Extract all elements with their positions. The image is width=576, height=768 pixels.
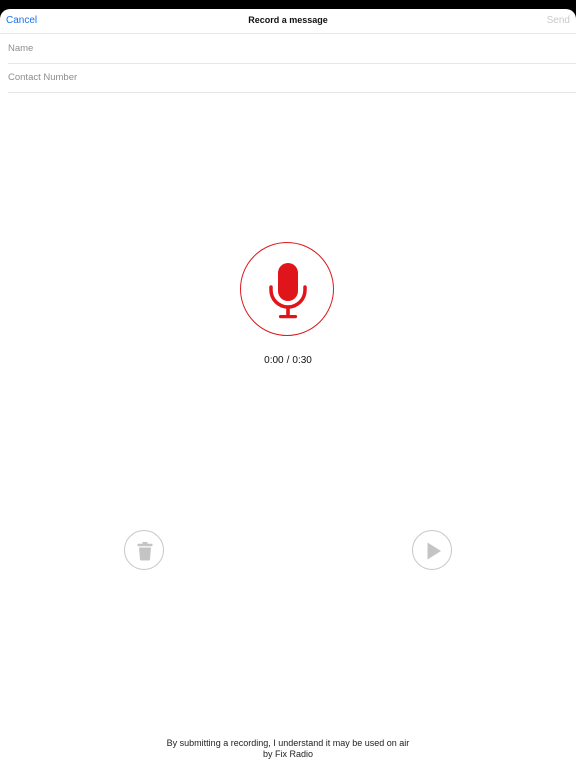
- navigation-bar: Cancel Record a message Send: [0, 9, 576, 34]
- record-message-sheet: Cancel Record a message Send 0:00/0:30: [0, 9, 576, 768]
- trash-icon: [137, 542, 153, 561]
- contact-number-input[interactable]: [8, 63, 548, 91]
- name-input[interactable]: [8, 34, 548, 62]
- elapsed-time: 0:00: [264, 355, 284, 366]
- disclaimer-line-2: by Fix Radio: [262, 749, 314, 759]
- play-icon: [427, 542, 441, 560]
- page-title: Record a message: [248, 15, 328, 25]
- recording-timer: 0:00/0:30: [0, 355, 576, 366]
- delete-recording-button[interactable]: [124, 530, 164, 570]
- name-field-row: [8, 34, 576, 64]
- play-recording-button[interactable]: [412, 530, 452, 570]
- max-duration: 0:30: [292, 355, 312, 366]
- contact-field-row: [8, 63, 576, 93]
- submission-disclaimer: By submitting a recording, I understand …: [0, 738, 576, 760]
- disclaimer-line-1: By submitting a recording, I understand …: [166, 738, 410, 748]
- microphone-icon: [269, 263, 307, 319]
- record-button[interactable]: [240, 242, 334, 336]
- send-button[interactable]: Send: [547, 15, 570, 26]
